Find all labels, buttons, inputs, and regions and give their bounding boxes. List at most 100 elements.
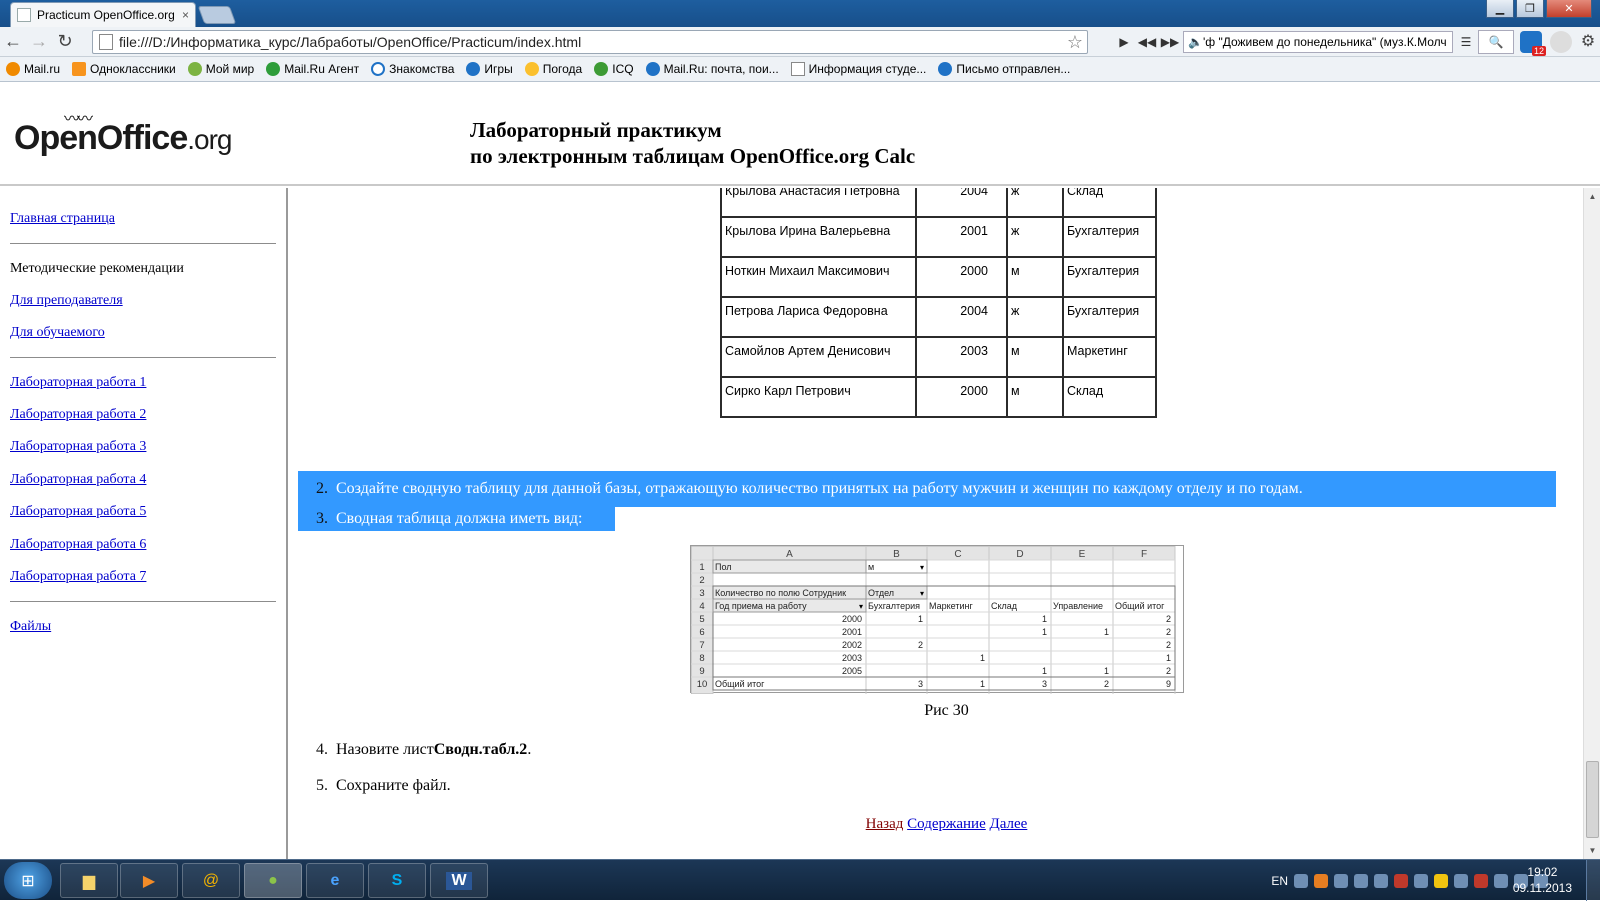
mail-agent-taskbar-button[interactable]: @ — [182, 863, 240, 898]
skype-taskbar-button[interactable]: S — [368, 863, 426, 898]
openoffice-logo: 〰〰 OpenOffice.org — [14, 105, 234, 165]
tray-icon[interactable] — [1394, 873, 1408, 888]
explorer-taskbar-button[interactable]: ▆ — [60, 863, 118, 898]
forward-button[interactable]: → — [26, 30, 52, 54]
logo-main-text: OpenOffice — [14, 119, 188, 157]
menu-icon[interactable]: ☰ — [1456, 35, 1476, 49]
start-button[interactable]: ⊞ — [4, 862, 52, 899]
bookmark-item[interactable]: Mail.ru — [6, 62, 60, 76]
action-center-icon[interactable] — [1494, 873, 1508, 888]
department-cell: Бухгалтерия — [1062, 296, 1157, 338]
pivot-column-header: Склад — [991, 601, 1018, 611]
nav-divider — [10, 357, 276, 358]
mail-extension-icon[interactable]: 12 — [1520, 31, 1546, 56]
bookmark-item[interactable]: Игры — [466, 62, 513, 76]
nav-lab-1-link[interactable]: Лабораторная работа 1 — [10, 375, 146, 391]
usb-icon[interactable] — [1354, 873, 1368, 888]
track-title[interactable]: 🔈'ф "Доживем до понедельника" (муз.К.Мол… — [1183, 31, 1453, 53]
nav-teacher-link[interactable]: Для преподавателя — [10, 293, 123, 309]
nav-section-methodics: Методические рекомендации — [10, 260, 184, 276]
clock[interactable]: 19:02 09.11.2013 — [1513, 864, 1572, 896]
previous-track-icon[interactable]: ◀◀ — [1137, 35, 1157, 49]
nav-student-link[interactable]: Для обучаемого — [10, 325, 105, 341]
bookmark-item[interactable]: Мой мир — [187, 62, 254, 76]
bookmark-item[interactable]: ICQ — [594, 62, 634, 76]
back-button[interactable]: ← — [0, 30, 26, 54]
nav-lab-6-link[interactable]: Лабораторная работа 6 — [10, 537, 146, 553]
nav-lab-2-link[interactable]: Лабораторная работа 2 — [10, 407, 146, 423]
scroll-down-arrow[interactable]: ▼ — [1584, 842, 1600, 859]
next-track-icon[interactable]: ▶▶ — [1160, 35, 1180, 49]
profile-icon[interactable] — [1550, 31, 1572, 53]
language-indicator[interactable]: EN — [1271, 874, 1288, 888]
gender-cell: м — [1006, 256, 1064, 298]
table-row: Ноткин Михаил Максимович 2000 м Бухгалтерия — [720, 256, 1157, 298]
pivot-value-cell: 1 — [1104, 627, 1109, 637]
pivot-data-field-label: Количество по полю Сотрудник — [715, 588, 846, 598]
bookmark-item[interactable]: Письмо отправлен... — [938, 62, 1070, 76]
new-tab-button[interactable] — [197, 6, 237, 24]
pivot-row-number: 10 — [697, 679, 708, 690]
bookmark-item[interactable]: Погода — [524, 62, 582, 76]
ie-taskbar-button[interactable]: e — [306, 863, 364, 898]
next-link[interactable]: Далее — [990, 816, 1028, 832]
bookmark-star-icon[interactable]: ☆ — [1067, 32, 1087, 53]
minimize-button[interactable]: ▁ — [1486, 0, 1514, 18]
tray-icon[interactable] — [1434, 873, 1448, 888]
close-window-button[interactable]: ✕ — [1546, 0, 1592, 18]
at-sign-icon — [371, 62, 386, 76]
mailru-icon — [6, 62, 20, 76]
tray-icon[interactable] — [1474, 873, 1488, 888]
nav-lab-7-link[interactable]: Лабораторная работа 7 — [10, 569, 146, 585]
bookmark-item[interactable]: Mail.Ru Агент — [266, 62, 359, 76]
nav-files-link[interactable]: Файлы — [10, 619, 51, 635]
nav-lab-3-link[interactable]: Лабораторная работа 3 — [10, 439, 146, 455]
pivot-year-cell: 2005 — [842, 666, 862, 676]
word-taskbar-button[interactable]: W — [430, 863, 488, 898]
media-taskbar-button[interactable]: ▶ — [120, 863, 178, 898]
maximize-button[interactable]: ❐ — [1516, 0, 1544, 18]
show-desktop-button[interactable] — [1586, 860, 1600, 901]
tray-icon[interactable] — [1314, 873, 1328, 888]
close-tab-icon[interactable]: × — [182, 8, 189, 22]
play-icon[interactable]: ▶ — [1114, 35, 1134, 49]
step-3: 3. Сводная таблица должна иметь вид: — [298, 507, 615, 531]
step-number: 4. — [316, 741, 328, 758]
pivot-page-field-label: Пол — [715, 562, 732, 572]
gender-cell: ж — [1006, 296, 1064, 338]
contents-link[interactable]: Содержание — [907, 816, 986, 832]
pivot-year-cell: 2002 — [842, 640, 862, 650]
hire-year-cell: 2004 — [915, 296, 1008, 338]
nav-home-link[interactable]: Главная страница — [10, 211, 115, 227]
scroll-thumb[interactable] — [1586, 761, 1599, 838]
bookmark-item[interactable]: Одноклассники — [72, 62, 176, 76]
tray-icon[interactable] — [1454, 873, 1468, 888]
scroll-up-arrow[interactable]: ▲ — [1584, 188, 1600, 205]
tray-icon[interactable] — [1374, 873, 1388, 888]
bookmark-item[interactable]: Знакомства — [371, 62, 454, 76]
pivot-total-value: 3 — [1042, 679, 1047, 689]
chrome-taskbar-button[interactable]: ● — [244, 863, 302, 898]
word-icon: W — [446, 871, 472, 890]
browser-tab[interactable]: Practicum OpenOffice.org × — [10, 2, 196, 27]
pivot-dropdown-icon: ▾ — [920, 563, 924, 572]
tray-icon[interactable] — [1414, 873, 1428, 888]
pivot-column-field-label: Отдел — [868, 588, 894, 598]
search-button[interactable]: 🔍 — [1478, 30, 1514, 54]
back-link[interactable]: Назад — [866, 816, 904, 832]
nav-lab-5-link[interactable]: Лабораторная работа 5 — [10, 504, 146, 520]
employee-name-cell: Крылова Анастасия Петровна — [720, 188, 917, 218]
reload-button[interactable]: ↻ — [52, 30, 78, 54]
vertical-scrollbar[interactable]: ▲ ▼ — [1583, 188, 1600, 859]
mail-icon — [938, 62, 953, 76]
odnoklassniki-icon — [72, 62, 87, 76]
wrench-icon[interactable]: ⚙ — [1577, 31, 1599, 53]
bluetooth-icon[interactable] — [1334, 873, 1348, 888]
bookmark-item[interactable]: Информация студе... — [790, 62, 926, 76]
nav-lab-4-link[interactable]: Лабораторная работа 4 — [10, 472, 146, 488]
figure-caption: Рис 30 — [924, 702, 969, 719]
tray-icon[interactable] — [1294, 873, 1308, 888]
extension-badge: 12 — [1531, 46, 1546, 56]
bookmark-item[interactable]: Mail.Ru: почта, пои... — [645, 62, 779, 76]
address-bar[interactable]: file:///D:/Информатика_курс/Лабработы/Op… — [92, 30, 1088, 54]
